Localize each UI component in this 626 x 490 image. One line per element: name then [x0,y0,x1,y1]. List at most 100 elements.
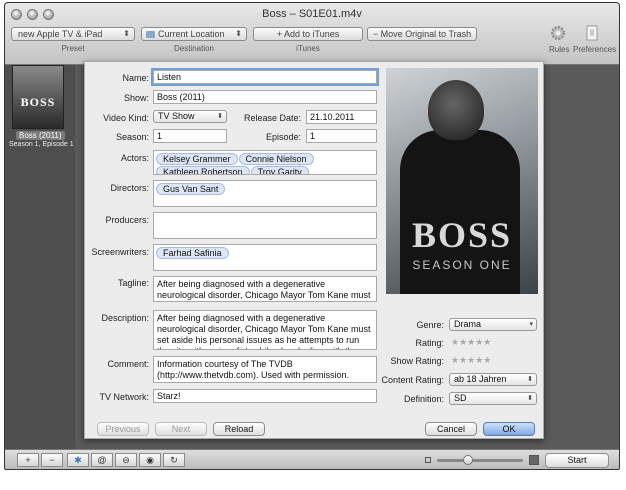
comment-field[interactable]: Information courtesy of The TVDB (http:/… [153,356,377,383]
video-kind-value: TV Show [158,111,195,121]
start-button[interactable]: Start [545,453,609,468]
metadata-sheet: Name: Listen Show: Boss (2011) Video Kin… [84,61,544,439]
next-button[interactable]: Next [155,422,207,436]
release-date-label: Release Date: [243,113,301,123]
genre-value: Drama [454,319,482,329]
refresh-button[interactable]: ↻ [163,453,185,467]
gear-icon[interactable] [549,24,567,42]
ok-button[interactable]: OK [483,422,535,436]
preview-button[interactable]: ◉ [139,453,161,467]
previous-button[interactable]: Previous [97,422,149,436]
link-button[interactable]: ⊖ [115,453,137,467]
at-sign-icon: @ [97,455,107,465]
producers-token-field[interactable] [153,212,377,239]
plus-icon: + [25,455,31,465]
chevron-down-icon: ▾ [529,321,533,328]
poster-figure-head [428,80,484,140]
actor-token[interactable]: Kelsey Grammer [156,153,238,165]
main-window: Boss – S01E01.m4v new Apple TV & iPad ⬍ P… [4,2,620,470]
window-title: Boss – S01E01.m4v [262,8,362,20]
tv-network-field[interactable]: Starz! [153,389,377,403]
screenwriter-token[interactable]: Farhad Safinia [156,247,229,259]
add-to-itunes-label: Add to iTunes [284,29,340,39]
move-to-trash-label: Move Original to Trash [380,29,472,39]
destination-popup[interactable]: Current Location ⬍ [141,27,247,41]
sidebar-item-subtitle: Season 1, Episode 1 [9,141,74,148]
actors-label: Actors: [120,153,149,163]
folder-icon [146,31,155,38]
directors-label: Directors: [110,183,149,193]
release-date-field[interactable]: 21.10.2011 [306,110,377,124]
thumbnail-size-slider[interactable] [437,455,523,465]
updown-arrows-icon: ⬍ [123,29,130,38]
itunes-label: iTunes [296,44,320,53]
description-label: Description: [101,313,149,323]
preset-value: new Apple TV & iPad [18,29,103,39]
episode-field[interactable]: 1 [306,129,377,143]
director-token[interactable]: Gus Van Sant [156,183,226,195]
link-icon: ⊖ [122,455,130,465]
bottom-toolbar: + − ✱ @ ⊖ ◉ ↻ Start [5,449,619,469]
name-label: Name: [122,73,149,83]
settings-gear-button[interactable]: ✱ [67,453,89,467]
episode-label: Episode: [265,132,301,142]
genre-label: Genre: [416,320,444,330]
gear-icon: ✱ [74,455,82,465]
tv-network-label: TV Network: [99,392,149,402]
definition-value: SD [454,393,467,403]
poster-subtitle: SEASON ONE [412,258,512,272]
plus-icon: + [276,29,285,39]
episode-thumbnail[interactable]: BOSS [12,65,64,129]
screenwriters-token-field[interactable]: Farhad Safinia [153,244,377,271]
rating-stars[interactable]: ★★★★★ [451,337,491,348]
move-to-trash-button[interactable]: − Move Original to Trash [367,27,477,41]
preset-popup[interactable]: new Apple TV & iPad ⬍ [11,27,135,41]
eye-icon: ◉ [146,455,154,465]
screenwriters-label: Screenwriters: [91,247,149,257]
slider-knob[interactable] [463,455,473,465]
content-rating-popup[interactable]: ab 18 Jahren ⬍ [449,373,537,386]
season-field[interactable]: 1 [153,129,227,143]
thumbnail-text: BOSS [20,95,56,109]
actor-token[interactable]: Kathleen Robertson [156,166,250,174]
name-field[interactable]: Listen [153,70,377,84]
genre-combobox[interactable]: Drama ▾ [449,318,537,331]
actors-token-field[interactable]: Kelsey Grammer Connie NielsonKathleen Rob… [153,150,377,175]
minus-icon: − [372,29,381,39]
actor-token[interactable]: Troy Garity [250,166,309,174]
description-field[interactable]: After being diagnosed with a degenerativ… [153,310,377,350]
show-field[interactable]: Boss (2011) [153,90,377,104]
show-rating-label: Show Rating: [390,356,444,366]
show-rating-stars[interactable]: ★★★★★ [451,355,491,366]
destination-value: Current Location [158,29,225,39]
video-kind-label: Video Kind: [103,113,149,123]
remove-file-button[interactable]: − [41,453,63,467]
actor-token[interactable]: Connie Nielson [238,153,314,165]
updown-arrows-icon: ⬍ [527,395,533,402]
large-thumbnail-icon [529,455,539,465]
reload-button[interactable]: Reload [213,422,265,436]
titlebar: Boss – S01E01.m4v new Apple TV & iPad ⬍ P… [5,3,619,65]
preset-label: Preset [61,44,85,53]
tagline-label: Tagline: [117,278,149,288]
content-rating-label: Content Rating: [381,375,444,385]
updown-arrows-icon: ⬍ [527,376,533,383]
search-metadata-button[interactable]: @ [91,453,113,467]
cancel-button[interactable]: Cancel [425,422,477,436]
content-rating-value: ab 18 Jahren [454,374,507,384]
rating-label: Rating: [415,338,444,348]
minus-icon: − [49,455,55,465]
add-to-itunes-button[interactable]: + Add to iTunes [253,27,363,41]
add-file-button[interactable]: + [17,453,39,467]
definition-popup[interactable]: SD ⬍ [449,392,537,405]
preferences-label: Preferences [573,45,617,54]
directors-token-field[interactable]: Gus Van Sant [153,180,377,207]
tagline-field[interactable]: After being diagnosed with a degenerativ… [153,276,377,302]
destination-label: Destination [173,44,215,53]
sidebar-item-title[interactable]: Boss (2011) [16,131,65,140]
video-kind-popup[interactable]: TV Show ⬍ [153,110,227,123]
artwork-image[interactable]: BOSS SEASON ONE [386,68,538,294]
poster-title: BOSS [411,215,513,255]
show-label: Show: [123,93,149,103]
preferences-icon[interactable] [583,24,601,42]
